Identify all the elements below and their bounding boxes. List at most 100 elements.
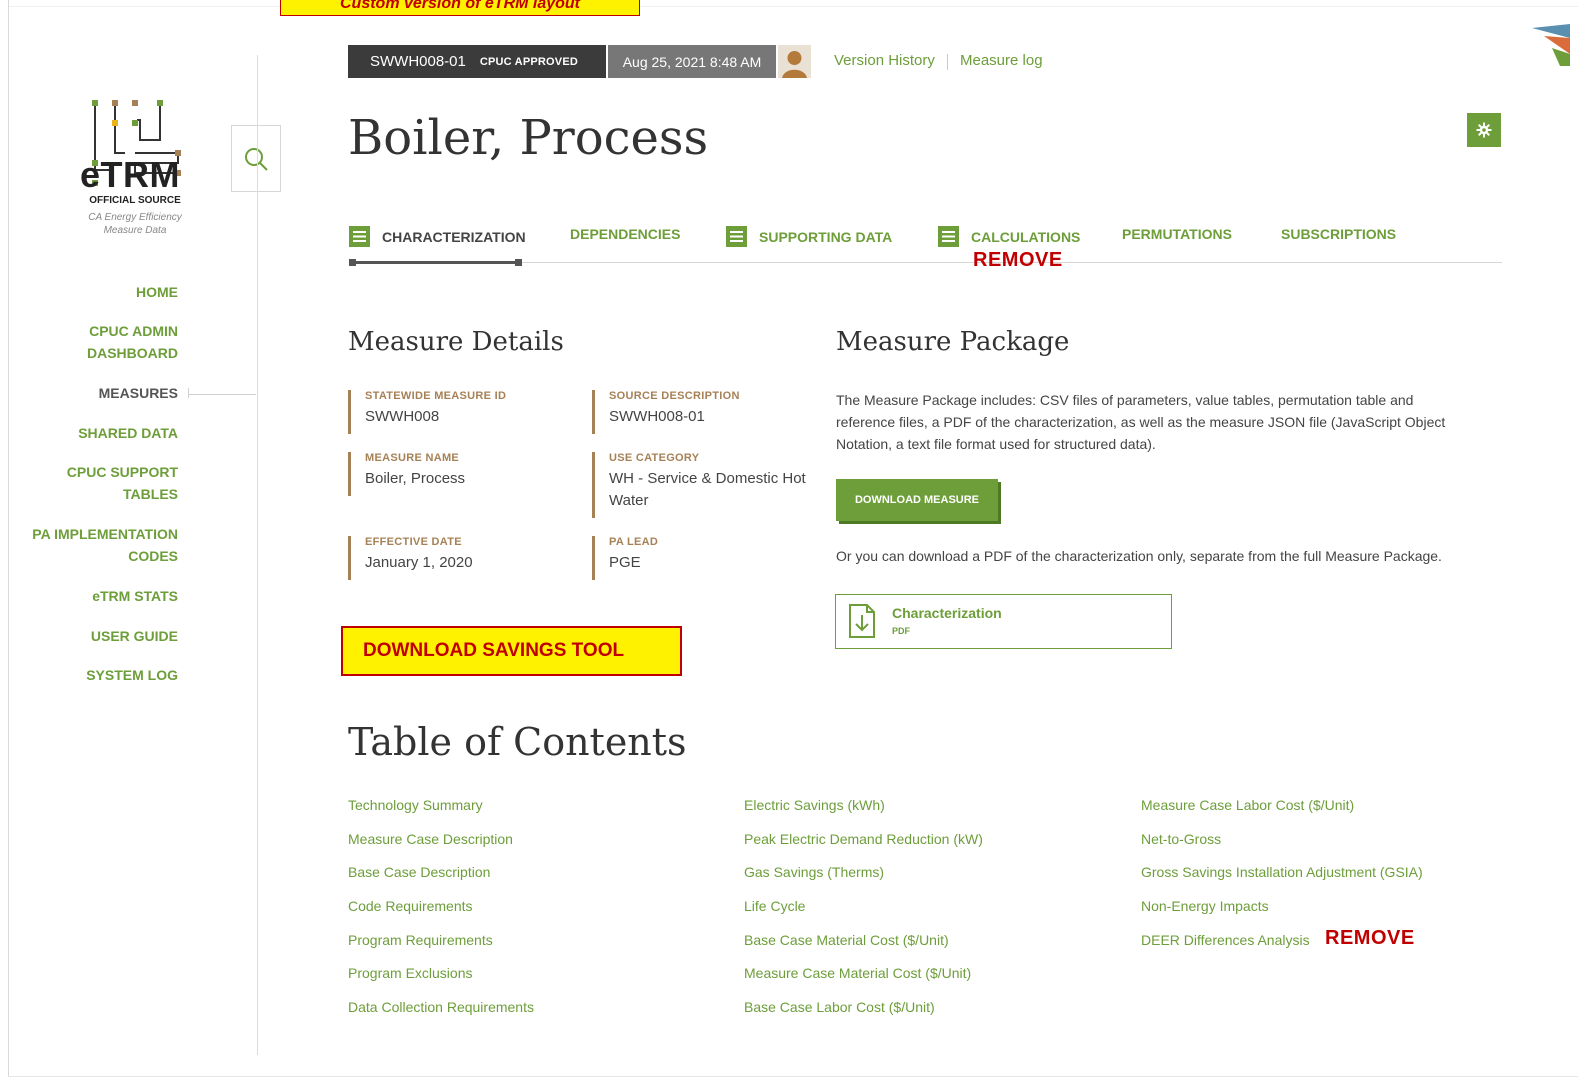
nav-home[interactable]: HOME [60,281,178,303]
tab-indicator-start [349,259,356,266]
tab-characterization[interactable]: CHARACTERIZATION [349,226,526,247]
toc-link[interactable]: Base Case Material Cost ($/Unit) [744,930,983,964]
remove-annotation-calculations: REMOVE [973,249,1063,271]
detail-label: SOURCE DESCRIPTION [609,390,740,402]
detail-value: SWWH008-01 [609,408,705,425]
nav-shared-data[interactable]: SHARED DATA [60,422,178,444]
tab-calculations[interactable]: CALCULATIONS [938,226,1080,247]
download-savings-tool-button[interactable]: DOWNLOAD SAVINGS TOOL [341,626,682,676]
toc-link[interactable]: Electric Savings (kWh) [744,795,983,829]
nav-active-line [188,394,256,395]
measure-package-description: The Measure Package includes: CSV files … [836,392,1446,452]
detail-source-description: SOURCE DESCRIPTION SWWH008-01 [592,390,827,434]
layout-annotation-banner: Custom version of eTRM layout [280,0,640,16]
detail-label: STATEWIDE MEASURE ID [365,390,507,402]
detail-statewide-measure-id: STATEWIDE MEASURE ID SWWH008 [348,390,568,434]
toc-link[interactable]: Program Exclusions [348,963,534,997]
remove-annotation-deer: REMOVE [1325,927,1415,949]
search-button[interactable] [231,125,281,192]
search-icon [245,147,268,171]
nav-cpuc-admin-dashboard[interactable]: CPUC ADMIN DASHBOARD [60,320,178,364]
tab-dependencies[interactable]: DEPENDENCIES [570,226,680,242]
toc-link[interactable]: Measure Case Material Cost ($/Unit) [744,963,983,997]
logo-tagline: CA Energy Efficiency Measure Data [88,212,182,236]
measure-package-title: Measure Package [836,327,1070,357]
measure-version-id: SWWH008-01 [370,53,466,70]
nav-system-log[interactable]: SYSTEM LOG [60,664,178,686]
sidebar-divider [257,55,258,1055]
toc-link[interactable]: Base Case Labor Cost ($/Unit) [744,997,983,1031]
detail-use-category: USE CATEGORY WH - Service & Domestic Hot… [592,452,827,518]
pdf-download-note: Or you can download a PDF of the charact… [836,548,1442,564]
detail-value: PGE [609,554,641,571]
detail-effective-date: EFFECTIVE DATE January 1, 2020 [348,536,568,580]
nav-pa-implementation-codes[interactable]: PA IMPLEMENTATION CODES [20,523,178,567]
detail-value: WH - Service & Domestic Hot Water [609,470,806,509]
avatar[interactable] [778,45,811,78]
measure-details-title: Measure Details [348,327,564,357]
toc-column-1: Technology Summary Measure Case Descript… [348,795,534,1031]
detail-label: USE CATEGORY [609,452,700,464]
settings-button[interactable] [1467,113,1501,147]
status-badge: CPUC APPROVED [479,55,579,68]
detail-value: January 1, 2020 [365,554,473,571]
nav-etrm-stats[interactable]: eTRM STATS [60,585,178,607]
corner-brand-icon [1532,24,1570,66]
toc-link[interactable]: Program Requirements [348,930,534,964]
document-icon [726,226,747,247]
frame-bottom-border [8,1076,1578,1077]
tab-label: PERMUTATIONS [1122,226,1232,242]
detail-value: Boiler, Process [365,470,466,487]
tab-label: DEPENDENCIES [570,226,681,242]
tab-active-indicator [352,261,520,264]
logo-subtitle: OFFICIAL SOURCE [89,195,181,206]
detail-value: SWWH008 [365,408,440,425]
tabs-divider [352,262,1502,263]
frame-left-border [8,0,9,1076]
toc-link[interactable]: Life Cycle [744,896,983,930]
detail-label: EFFECTIVE DATE [365,536,462,548]
nav-measures[interactable]: MEASURES [60,382,178,404]
toc-link[interactable]: Technology Summary [348,795,534,829]
version-history-link[interactable]: Version History [834,52,935,69]
pdf-download-icon [849,604,875,638]
tab-supporting-data[interactable]: SUPPORTING DATA [726,226,892,247]
page-title: Boiler, Process [348,110,709,166]
toc-link[interactable]: Gas Savings (Therms) [744,862,983,896]
gear-icon [1476,122,1492,138]
document-icon [349,226,370,247]
timestamp-chip: Aug 25, 2021 8:48 AM [608,45,776,78]
detail-measure-name: MEASURE NAME Boiler, Process [348,452,568,496]
toc-link[interactable]: Data Collection Requirements [348,997,534,1031]
nav-user-guide[interactable]: USER GUIDE [60,625,178,647]
toc-link[interactable]: Measure Case Labor Cost ($/Unit) [1141,795,1423,829]
pdf-card-title: Characterization [892,605,1002,621]
characterization-pdf-link[interactable]: Characterization PDF [835,594,1172,649]
toc-link[interactable]: Net-to-Gross [1141,829,1423,863]
toc-link[interactable]: Measure Case Description [348,829,534,863]
measure-log-link[interactable]: Measure log [960,52,1043,69]
toc-column-2: Electric Savings (kWh) Peak Electric Dem… [744,795,983,1031]
download-measure-button[interactable]: DOWNLOAD MEASURE [836,479,998,521]
user-avatar-icon [778,45,811,78]
toc-link[interactable]: Base Case Description [348,862,534,896]
detail-pa-lead: PA LEAD PGE [592,536,827,580]
measure-version-chip: SWWH008-01 CPUC APPROVED [348,45,606,78]
tab-permutations[interactable]: PERMUTATIONS [1122,226,1232,242]
header-link-separator [947,54,948,70]
tab-indicator-end [515,259,522,266]
document-icon [938,226,959,247]
toc-link[interactable]: Non-Energy Impacts [1141,896,1423,930]
pdf-card-type: PDF [892,626,910,636]
nav-active-indicator [188,388,189,398]
logo-title: eTRM [80,154,180,195]
tab-label: CHARACTERIZATION [382,228,526,245]
toc-link[interactable]: Peak Electric Demand Reduction (kW) [744,829,983,863]
tab-label: SUBSCRIPTIONS [1281,226,1397,242]
toc-link[interactable]: Gross Savings Installation Adjustment (G… [1141,862,1423,896]
toc-link[interactable]: Code Requirements [348,896,534,930]
detail-label: MEASURE NAME [365,452,460,464]
nav-cpuc-support-tables[interactable]: CPUC SUPPORT TABLES [50,461,178,505]
toc-title: Table of Contents [348,720,687,764]
tab-subscriptions[interactable]: SUBSCRIPTIONS [1281,226,1396,242]
